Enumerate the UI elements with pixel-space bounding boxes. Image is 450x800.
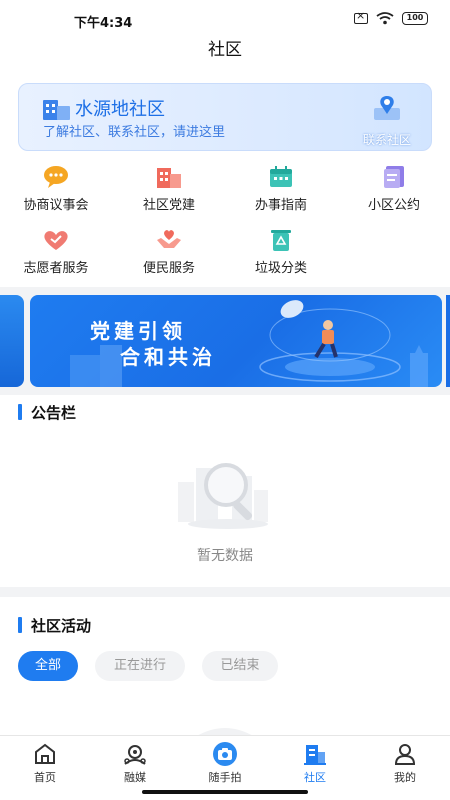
banner-headline-2: 合和共治	[120, 345, 216, 369]
home-indicator[interactable]	[142, 790, 308, 794]
notice-title: 公告栏	[31, 404, 77, 422]
service-label: 办事指南	[254, 198, 307, 213]
contact-community-label: 联系社区	[362, 133, 411, 147]
home-icon	[35, 743, 55, 764]
battery-indicator: 100	[402, 12, 428, 25]
notice-empty-text: 暂无数据	[197, 548, 253, 564]
chat-bubbles-icon	[44, 166, 68, 188]
community-name: 水源地社区	[75, 99, 165, 120]
tab-label: 融媒	[124, 771, 146, 784]
service-item-consultation[interactable]: 协商议事会	[0, 165, 112, 213]
activities-section: 社区活动 全部 正在进行 已结束	[0, 597, 450, 737]
community-subtitle: 了解社区、联系社区，请进这里	[43, 125, 226, 140]
tab-profile[interactable]: 我的	[360, 741, 450, 785]
tab-label: 随手拍	[208, 771, 242, 784]
service-item-volunteer[interactable]: 志愿者服务	[0, 228, 112, 276]
heart-icon	[44, 231, 68, 250]
service-label: 便民服务	[142, 261, 195, 276]
status-icons: 100	[354, 9, 428, 25]
no-sim-icon	[354, 9, 368, 24]
tab-media[interactable]: 融媒	[90, 741, 180, 785]
service-label: 小区公约	[367, 198, 420, 213]
service-label: 垃圾分类	[254, 261, 307, 276]
building-icon	[43, 100, 70, 120]
status-time: 下午4:34	[74, 16, 133, 31]
tab-label: 首页	[34, 771, 56, 784]
wifi-icon	[376, 12, 394, 25]
community-icon	[304, 745, 326, 765]
banner-next-slide[interactable]	[446, 295, 450, 387]
party-building-icon	[157, 168, 181, 188]
service-item-convenience[interactable]: 便民服务	[113, 228, 225, 276]
service-label: 社区党建	[142, 198, 195, 213]
empty-search-icon	[178, 463, 268, 529]
banner-prev-slide[interactable]	[0, 295, 24, 387]
title-bar: 社区	[0, 40, 450, 72]
tab-label: 我的	[394, 771, 416, 784]
profile-icon	[394, 744, 416, 765]
status-bar: 下午4:34 100	[0, 0, 450, 40]
contact-community-button[interactable]: 联系社区	[355, 94, 419, 148]
banner-slide[interactable]: 党建引领 合和共治	[30, 295, 442, 387]
service-label: 志愿者服务	[23, 261, 89, 276]
banner-carousel[interactable]: 党建引领 合和共治	[0, 287, 450, 395]
tab-home[interactable]: 首页	[0, 741, 90, 785]
helping-hands-icon	[157, 230, 181, 248]
service-label: 协商议事会	[23, 198, 89, 213]
filter-ongoing[interactable]: 正在进行	[95, 651, 185, 681]
tab-label: 社区	[304, 771, 326, 784]
filter-all[interactable]: 全部	[18, 651, 78, 681]
service-item-guide[interactable]: 办事指南	[225, 165, 337, 213]
filter-ended[interactable]: 已结束	[202, 651, 278, 681]
camera-icon	[213, 742, 237, 766]
tab-snapshot[interactable]: 随手拍	[180, 741, 270, 785]
community-card[interactable]: 水源地社区 了解社区、联系社区，请进这里 联系社区	[18, 83, 432, 151]
service-item-garbage[interactable]: 垃圾分类	[225, 228, 337, 276]
calendar-guide-icon	[270, 166, 292, 187]
section-accent-bar	[18, 404, 22, 420]
page-title: 社区	[208, 40, 242, 60]
notice-board-section: 公告栏 暂无数据	[0, 395, 450, 587]
banner-headline-1: 党建引领	[90, 319, 186, 343]
location-map-icon	[374, 96, 400, 120]
service-item-party-building[interactable]: 社区党建	[113, 165, 225, 213]
document-book-icon	[384, 166, 404, 188]
media-icon	[124, 745, 146, 765]
recycle-bin-icon	[271, 230, 291, 251]
service-item-convention[interactable]: 小区公约	[338, 165, 450, 213]
section-accent-bar	[18, 617, 22, 633]
activities-title: 社区活动	[31, 617, 92, 635]
tab-community[interactable]: 社区	[270, 741, 360, 785]
